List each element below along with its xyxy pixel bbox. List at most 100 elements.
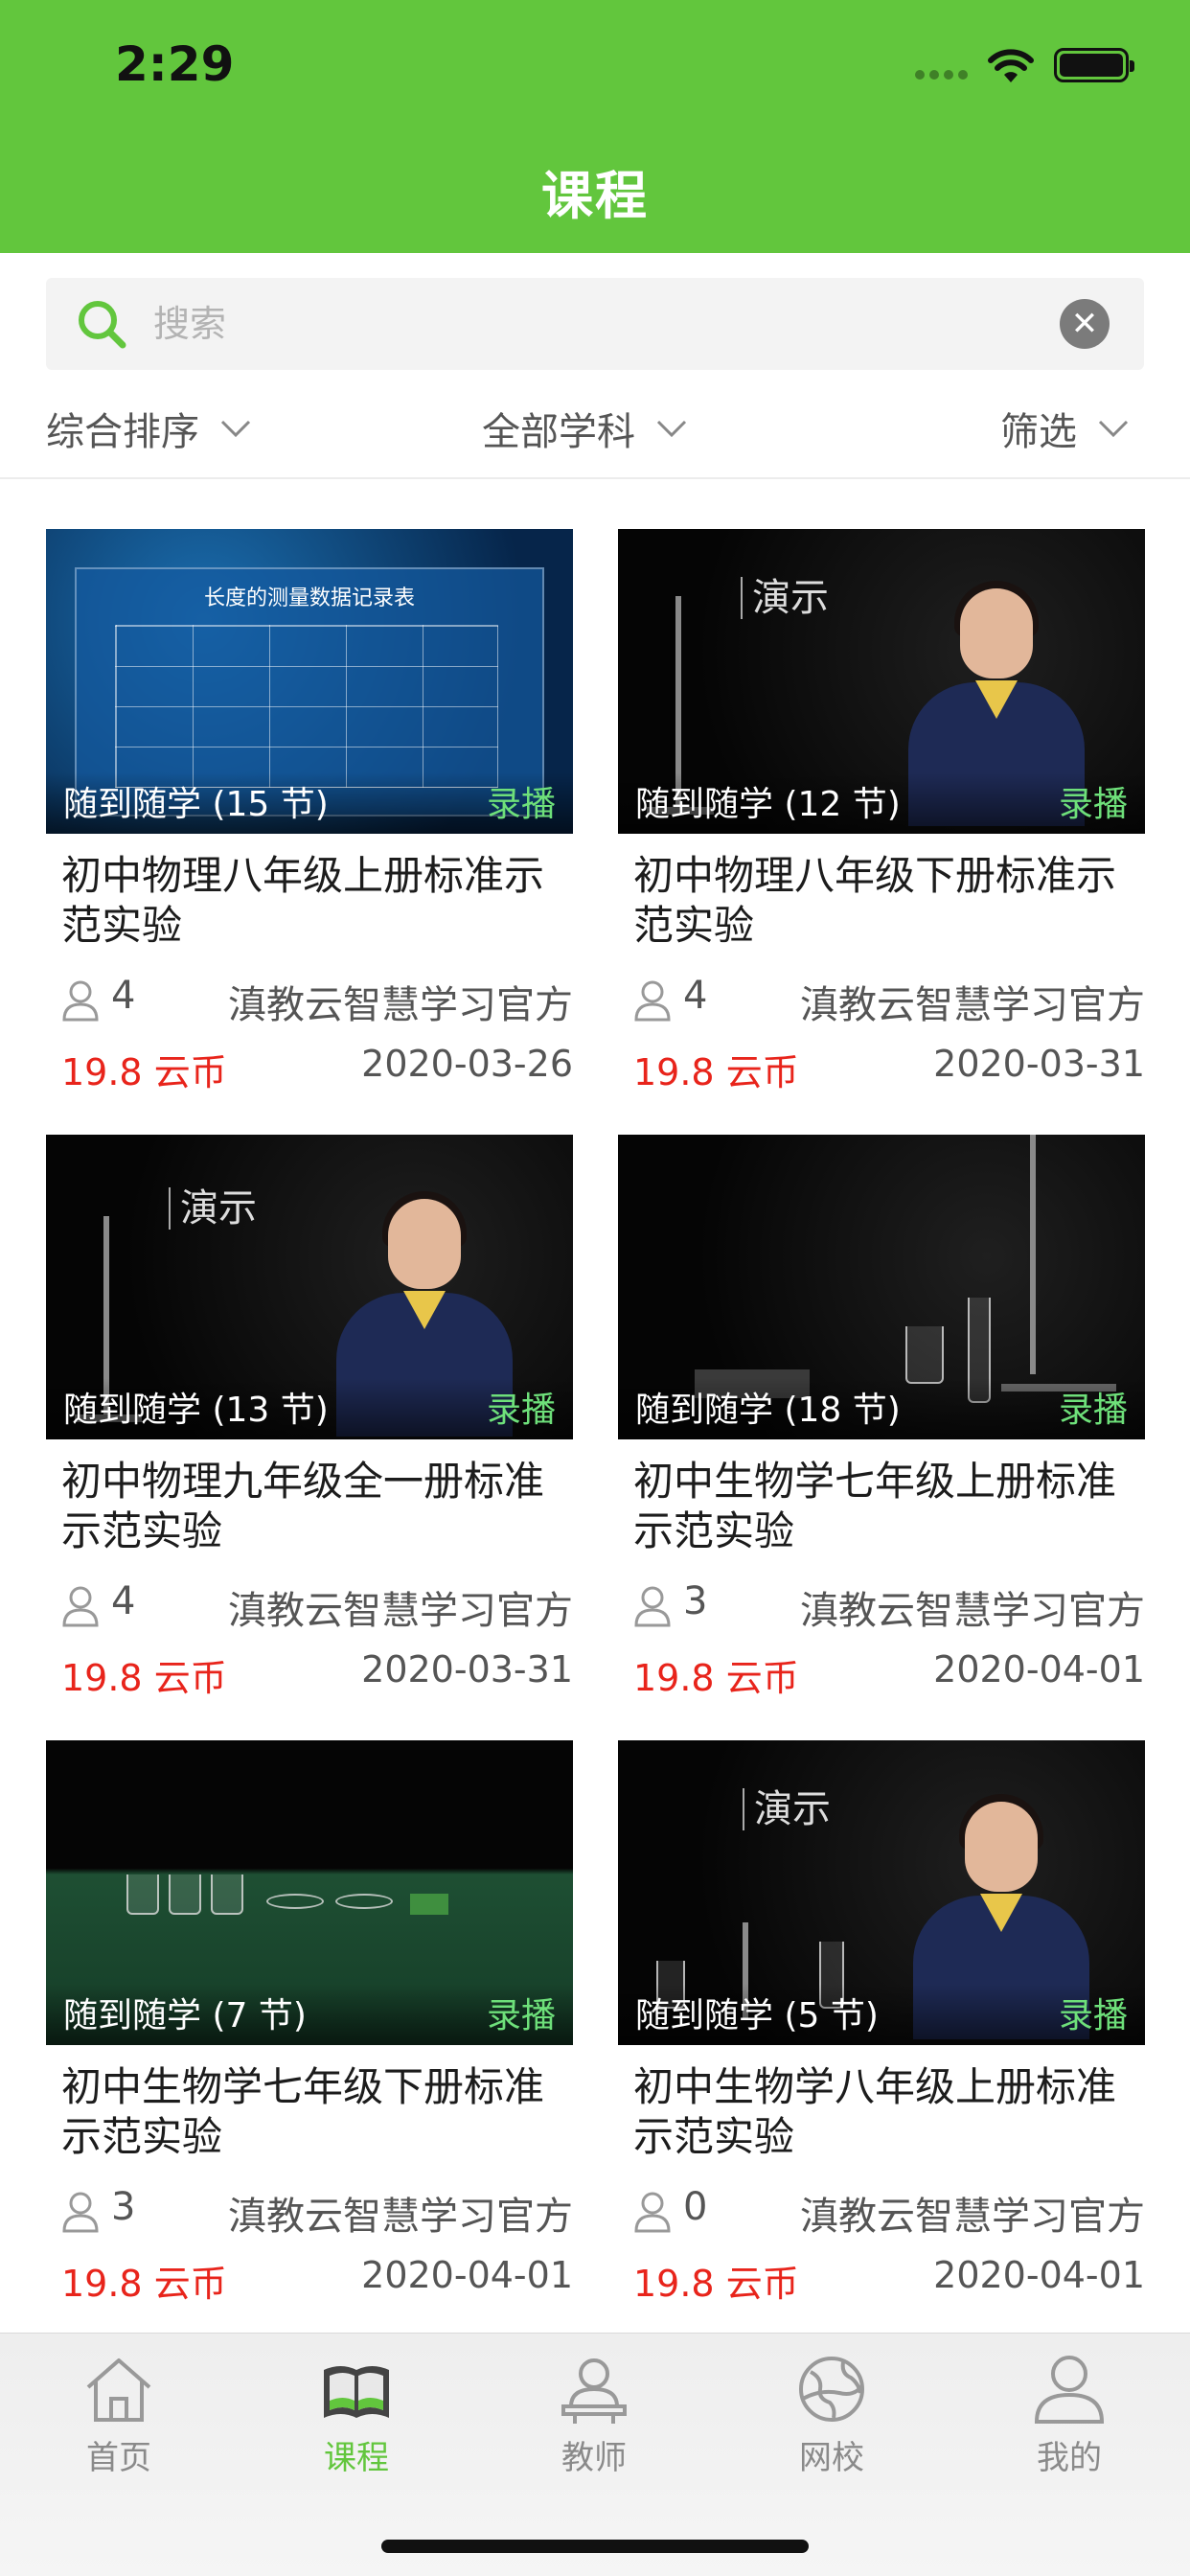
tab-online-school-label: 网校	[799, 2439, 864, 2477]
home-icon	[86, 2358, 151, 2422]
recorded-badge: 录播	[1058, 785, 1128, 824]
course-date: 2020-04-01	[933, 1648, 1145, 1690]
tab-profile-label: 我的	[1037, 2439, 1102, 2477]
course-title[interactable]: 初中生物学八年级上册标准示范实验	[633, 2062, 1141, 2162]
course-thumbnail[interactable]: 演示 随到随学 (12 节) 录播	[618, 529, 1145, 834]
thumbnail-text: 演示	[743, 1788, 831, 1830]
profile-icon	[1034, 2356, 1105, 2424]
course-card[interactable]: 随到随学 (7 节) 录播 初中生物学七年级下册标准示范实验 3 滇教云智慧学习…	[46, 1740, 573, 2315]
filter-dropdown-label: 筛选	[1000, 410, 1077, 454]
lab-stand	[1030, 1135, 1036, 1374]
sort-dropdown[interactable]: 综合排序	[46, 401, 251, 456]
book-icon	[324, 2366, 389, 2418]
course-thumbnail[interactable]: 演示 随到随学 (13 节) 录播	[46, 1135, 573, 1439]
lesson-count-label: 随到随学 (7 节)	[63, 1996, 307, 2036]
course-thumbnail[interactable]: 随到随学 (18 节) 录播	[618, 1135, 1145, 1439]
course-price-row: 19.8 云币 2020-03-31	[61, 1646, 573, 1700]
course-card[interactable]: 演示 随到随学 (12 节) 录播 初中物理八年级下册标准示范实验 4 滇教云智…	[618, 529, 1145, 1104]
thumbnail-text: 演示	[169, 1187, 257, 1230]
lesson-count-label: 随到随学 (13 节)	[63, 1391, 329, 1430]
lesson-count-label: 随到随学 (12 节)	[635, 785, 901, 824]
teacher-name: 滇教云智慧学习官方	[228, 983, 573, 1027]
course-title[interactable]: 初中生物学七年级上册标准示范实验	[633, 1457, 1141, 1556]
course-card[interactable]: 演示 随到随学 (5 节) 录播 初中生物学八年级上册标准示范实验 0 滇教云智…	[618, 1740, 1145, 2315]
lab-beaker	[211, 1874, 243, 1915]
sort-dropdown-label: 综合排序	[46, 410, 199, 454]
tab-courses[interactable]: 课程	[280, 2351, 433, 2478]
course-title[interactable]: 初中物理八年级下册标准示范实验	[633, 851, 1141, 951]
chevron-down-icon	[656, 420, 687, 438]
petri-dish	[266, 1894, 324, 1909]
teacher-name: 滇教云智慧学习官方	[228, 2195, 573, 2239]
thumbnail-text: 演示	[741, 577, 829, 619]
student-count: 3	[111, 2185, 136, 2229]
recorded-badge: 录播	[486, 1391, 556, 1430]
person-icon	[634, 980, 671, 1022]
course-title[interactable]: 初中生物学七年级下册标准示范实验	[61, 2062, 569, 2162]
clear-search-button[interactable]: ✕	[1060, 299, 1110, 349]
thumbnail-text: 长度的测量数据记录表	[203, 586, 415, 610]
teacher-name: 滇教云智慧学习官方	[228, 1589, 573, 1633]
filter-row: 综合排序 全部学科 筛选	[0, 383, 1190, 479]
recorded-badge: 录播	[1058, 1391, 1128, 1430]
course-date: 2020-04-01	[933, 2254, 1145, 2296]
course-date: 2020-03-26	[361, 1043, 573, 1085]
course-price: 19.8 云币	[61, 2263, 227, 2305]
petri-dish	[335, 1894, 393, 1909]
course-meta: 4 滇教云智慧学习官方	[61, 1577, 573, 1633]
tab-online-school[interactable]: 网校	[755, 2351, 908, 2478]
search-bar[interactable]: ✕	[46, 278, 1144, 370]
course-title[interactable]: 初中物理八年级上册标准示范实验	[61, 851, 569, 951]
home-indicator[interactable]	[381, 2540, 809, 2553]
status-time: 2:29	[115, 36, 235, 92]
recorded-badge: 录播	[486, 785, 556, 824]
lesson-count-label: 随到随学 (5 节)	[635, 1996, 879, 2036]
course-title[interactable]: 初中物理九年级全一册标准示范实验	[61, 1457, 569, 1556]
course-price: 19.8 云币	[633, 1051, 799, 1093]
subject-dropdown[interactable]: 全部学科	[482, 401, 687, 456]
course-card[interactable]: 长度的测量数据记录表 随到随学 (15 节) 录播 初中物理八年级上册标准示范实…	[46, 529, 573, 1104]
course-price-row: 19.8 云币 2020-04-01	[633, 1646, 1145, 1700]
chevron-down-icon	[1098, 420, 1129, 438]
student-count: 4	[111, 974, 136, 1018]
tab-profile[interactable]: 我的	[993, 2351, 1146, 2478]
course-meta: 3 滇教云智慧学习官方	[633, 1577, 1145, 1633]
tab-home-label: 首页	[86, 2439, 151, 2477]
chevron-down-icon	[220, 420, 251, 438]
search-icon	[79, 301, 126, 349]
person-icon	[62, 2192, 99, 2233]
tab-courses-label: 课程	[324, 2439, 389, 2477]
student-count: 0	[683, 2185, 708, 2229]
course-price-row: 19.8 云币 2020-03-31	[633, 1041, 1145, 1094]
tab-home[interactable]: 首页	[42, 2351, 195, 2478]
course-meta: 4 滇教云智慧学习官方	[61, 972, 573, 1027]
course-card[interactable]: 随到随学 (18 节) 录播 初中生物学七年级上册标准示范实验 3 滇教云智慧学…	[618, 1135, 1145, 1710]
course-price-row: 19.8 云币 2020-04-01	[61, 2252, 573, 2306]
course-card[interactable]: 演示 随到随学 (13 节) 录播 初中物理九年级全一册标准示范实验 4 滇教云…	[46, 1135, 573, 1710]
lesson-count-label: 随到随学 (18 节)	[635, 1391, 901, 1430]
course-thumbnail[interactable]: 随到随学 (7 节) 录播	[46, 1740, 573, 2045]
wifi-icon	[988, 49, 1034, 82]
recorded-badge: 录播	[1058, 1996, 1128, 2036]
tab-teachers[interactable]: 教师	[517, 2351, 671, 2478]
student-count: 4	[111, 1579, 136, 1623]
person-icon	[62, 1586, 99, 1627]
course-price: 19.8 云币	[633, 1657, 799, 1699]
course-thumbnail[interactable]: 长度的测量数据记录表 随到随学 (15 节) 录播	[46, 529, 573, 834]
course-price: 19.8 云币	[61, 1051, 227, 1093]
person-icon	[62, 980, 99, 1022]
lab-beaker	[169, 1874, 201, 1915]
cellular-signal-icon	[915, 70, 968, 80]
globe-icon	[799, 2357, 864, 2422]
person-icon	[634, 2192, 671, 2233]
recorded-badge: 录播	[486, 1996, 556, 2036]
battery-icon	[1054, 48, 1134, 82]
course-meta: 4 滇教云智慧学习官方	[633, 972, 1145, 1027]
filter-dropdown[interactable]: 筛选	[1000, 401, 1129, 456]
course-price-row: 19.8 云币 2020-03-26	[61, 1041, 573, 1094]
teacher-icon	[561, 2358, 627, 2424]
search-input[interactable]	[153, 278, 1073, 370]
course-thumbnail[interactable]: 演示 随到随学 (5 节) 录播	[618, 1740, 1145, 2045]
thumbnail-table-grid	[115, 625, 498, 788]
lab-jar	[905, 1326, 944, 1384]
